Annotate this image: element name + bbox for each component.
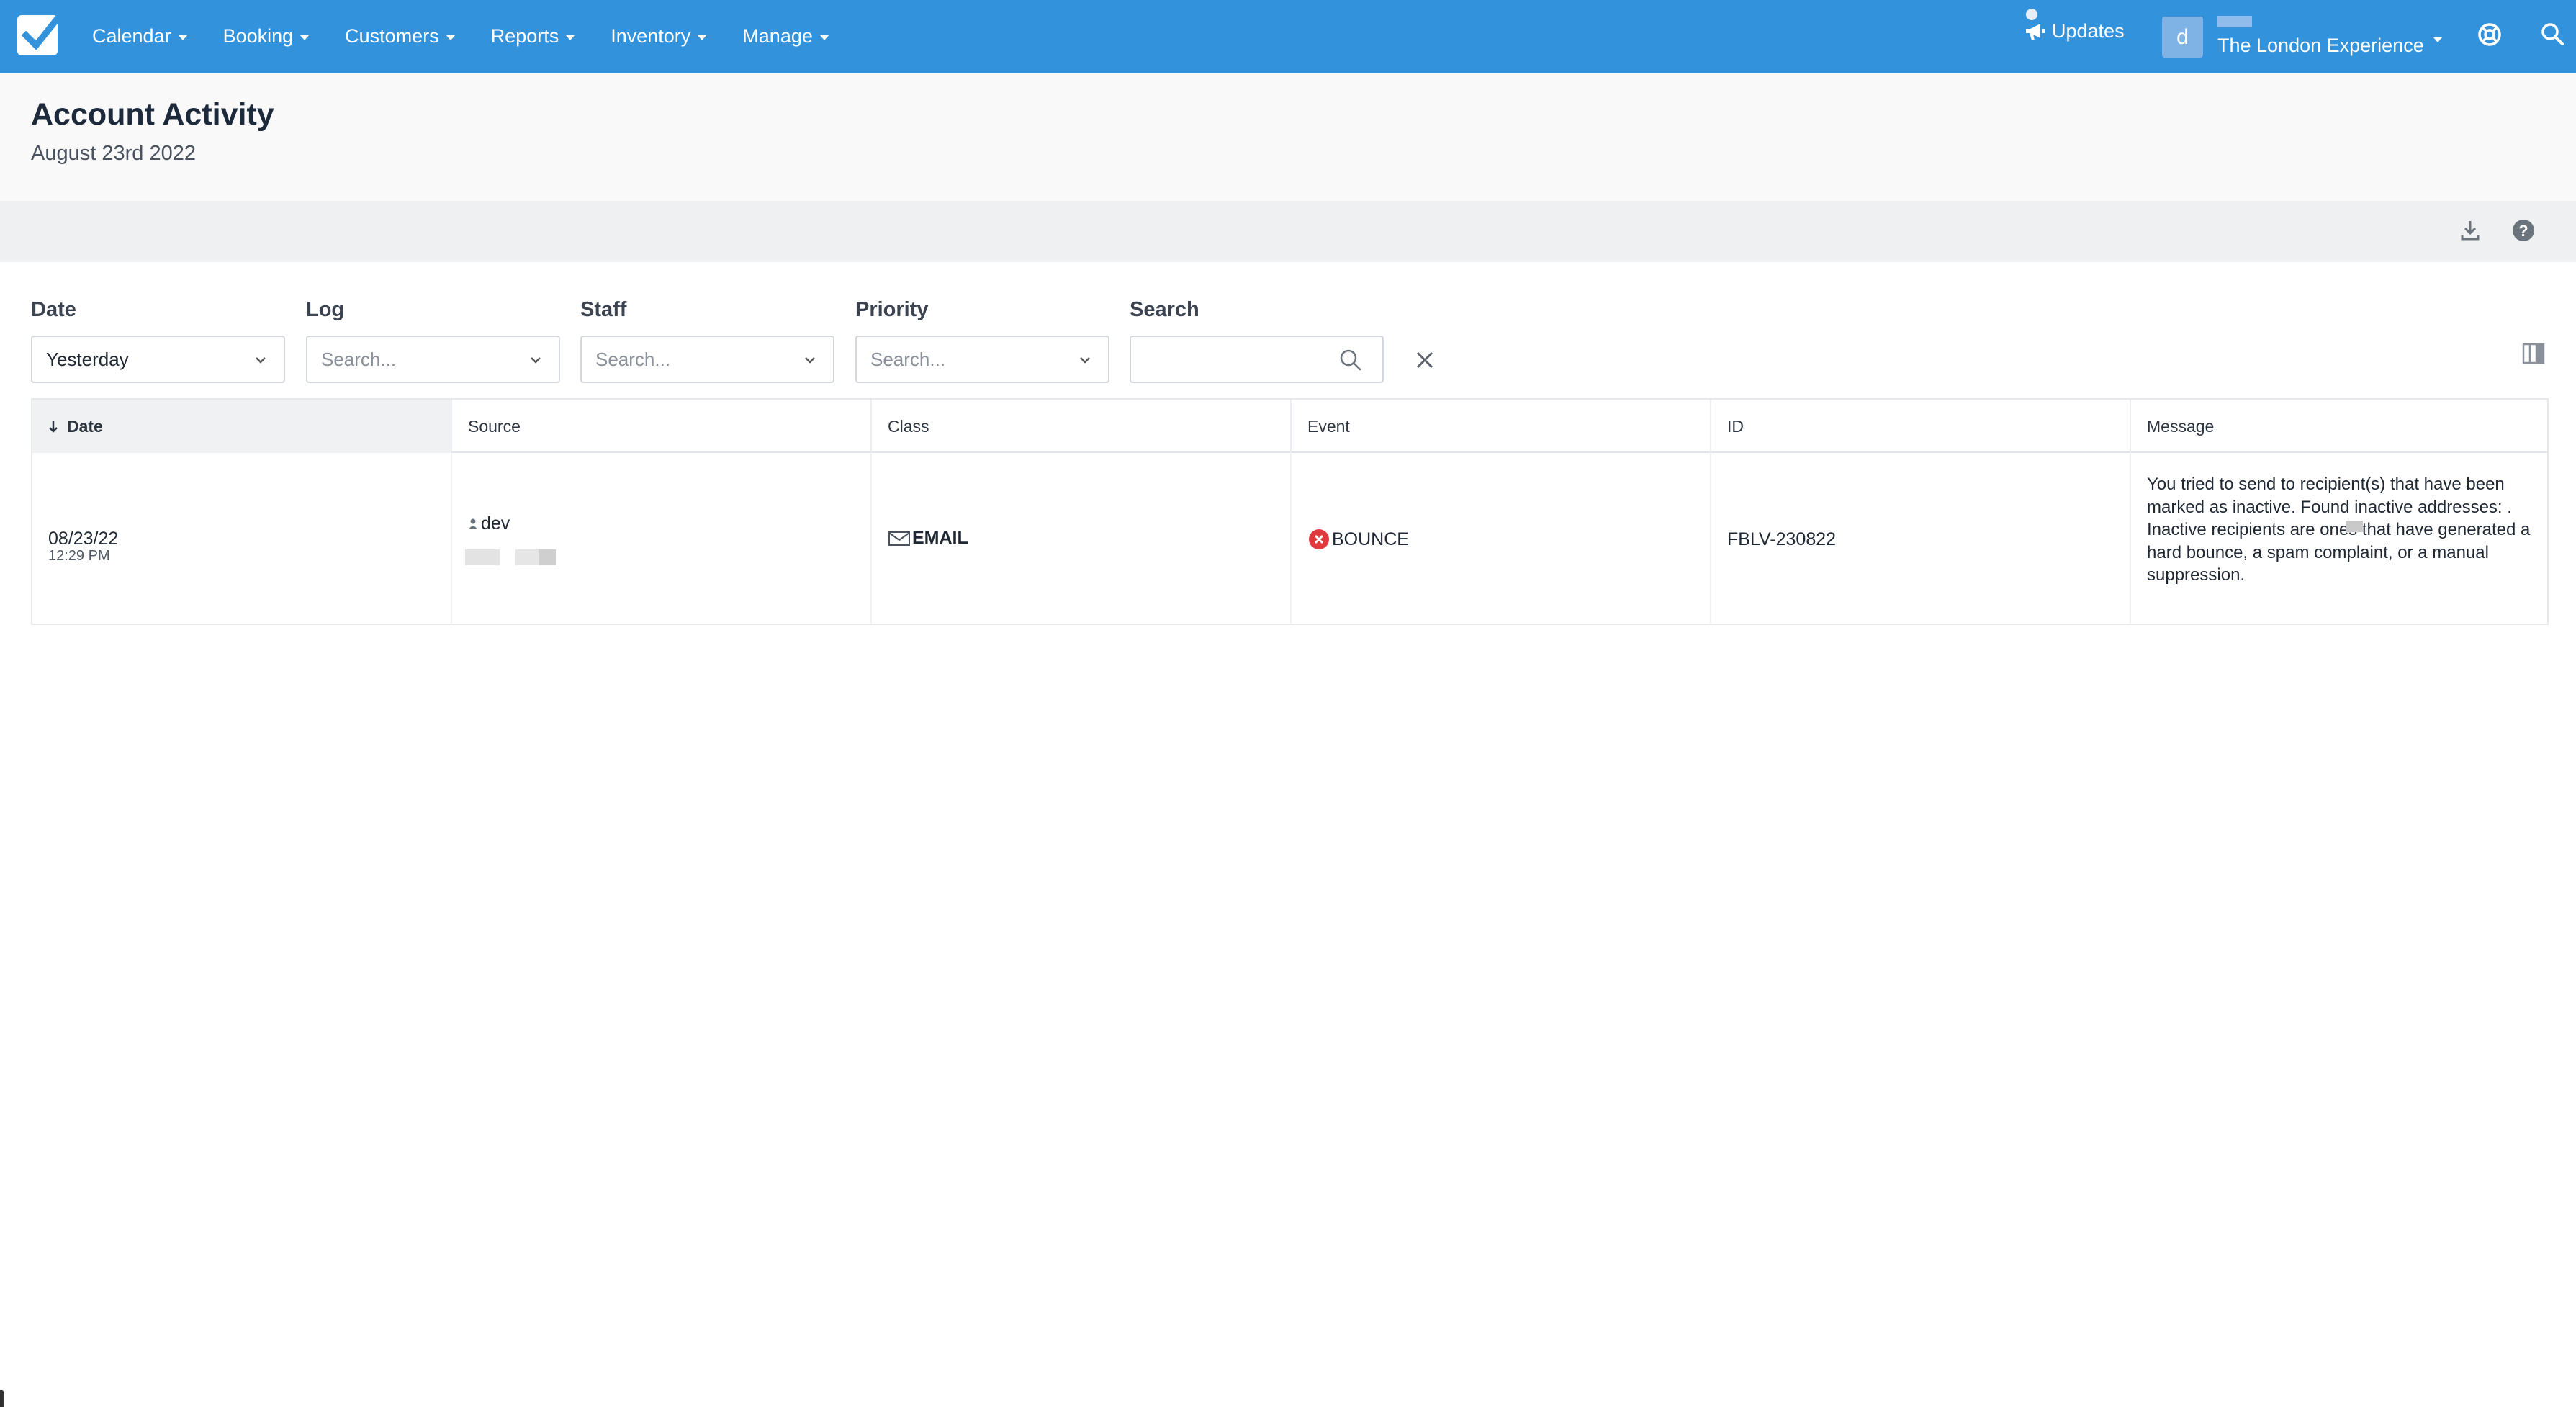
help-lifebuoy-icon[interactable]: [2477, 22, 2503, 51]
page-title: Account Activity: [31, 97, 274, 132]
nav-calendar[interactable]: Calendar: [92, 25, 187, 48]
cell-message: You tried to send to recipient(s) that h…: [2131, 453, 2547, 624]
search-filter-label: Search: [1130, 298, 1199, 321]
app-logo-checkmark-icon[interactable]: [17, 12, 62, 55]
column-header-source[interactable]: Source: [452, 400, 872, 453]
caret-down-icon: [446, 35, 455, 40]
activity-table: Date Source Class Event ID Message 08/23…: [31, 398, 2549, 625]
page-header: [0, 73, 2576, 201]
column-header-class[interactable]: Class: [872, 400, 1292, 453]
event-bounce: BOUNCE: [1307, 528, 1409, 551]
source-user[interactable]: dev: [468, 513, 510, 534]
chevron-down-icon: [531, 357, 541, 364]
nav-reports-label: Reports: [490, 25, 559, 47]
nav-manage-label: Manage: [742, 25, 813, 47]
column-header-date[interactable]: Date: [32, 400, 452, 453]
search-icon[interactable]: [2540, 22, 2564, 50]
cell-event: BOUNCE: [1292, 453, 1711, 624]
priority-filter-label: Priority: [855, 298, 929, 321]
cell-date: 08/23/22 12:29 PM: [32, 453, 452, 624]
sort-arrow-down-icon: [49, 421, 58, 433]
column-header-message-label: Message: [2147, 416, 2215, 436]
redacted-source-detail: [539, 549, 556, 565]
user-avatar[interactable]: d: [2162, 17, 2203, 58]
caret-down-icon: [566, 35, 575, 40]
notification-dot: [2026, 9, 2037, 20]
column-header-date-label: Date: [67, 416, 103, 436]
column-header-id[interactable]: ID: [1711, 400, 2131, 453]
search-icon: [1340, 349, 1361, 371]
column-header-event-label: Event: [1307, 416, 1350, 436]
priority-filter-select[interactable]: Search...: [855, 336, 1109, 383]
chevron-down-icon: [805, 357, 815, 364]
chevron-down-icon: [256, 357, 266, 364]
log-filter-label: Log: [306, 298, 345, 321]
nav-booking-label: Booking: [222, 25, 294, 47]
account-name[interactable]: The London Experience: [2217, 35, 2424, 57]
toolbar: [0, 201, 2576, 262]
log-filter-placeholder: Search...: [321, 348, 397, 370]
cell-id: FBLV-230822: [1711, 453, 2131, 624]
window-corner: [0, 1390, 4, 1407]
caret-down-icon: [698, 35, 707, 40]
caret-down-icon: [300, 35, 310, 40]
redacted-email-address: [2346, 521, 2363, 532]
user-icon: [469, 518, 477, 529]
cell-class: EMAIL: [872, 453, 1292, 624]
nav-inventory[interactable]: Inventory: [611, 25, 707, 48]
nav-calendar-label: Calendar: [92, 25, 171, 47]
table-header: Date Source Class Event ID Message: [32, 400, 2547, 453]
nav-inventory-label: Inventory: [611, 25, 691, 47]
search-input[interactable]: [1130, 336, 1384, 383]
column-header-id-label: ID: [1727, 416, 1744, 436]
nav-customers-label: Customers: [345, 25, 439, 47]
priority-filter-placeholder: Search...: [870, 348, 946, 370]
nav-manage[interactable]: Manage: [742, 25, 829, 48]
column-settings-icon[interactable]: [2522, 343, 2545, 368]
avatar-letter: d: [2176, 24, 2189, 49]
column-header-event[interactable]: Event: [1292, 400, 1711, 453]
download-icon[interactable]: [2459, 218, 2481, 246]
class-email: EMAIL: [888, 528, 968, 549]
column-header-source-label: Source: [468, 416, 521, 436]
updates-button[interactable]: Updates: [2025, 9, 2125, 42]
table-body: 08/23/22 12:29 PM dev EMAIL BOUNCE FBLV-…: [32, 453, 2547, 624]
svg-text:?: ?: [2518, 222, 2528, 240]
clear-filters-close-icon[interactable]: [1415, 350, 1435, 374]
cell-source: dev: [452, 453, 872, 624]
page-subtitle: August 23rd 2022: [31, 142, 196, 165]
row-message: You tried to send to recipient(s) that h…: [2147, 475, 2531, 585]
updates-label: Updates: [2052, 20, 2125, 42]
column-header-message[interactable]: Message: [2131, 400, 2547, 453]
class-label: EMAIL: [912, 528, 968, 548]
log-filter-select[interactable]: Search...: [306, 336, 560, 383]
error-circle-x-icon: [1309, 529, 1329, 549]
staff-filter-placeholder: Search...: [595, 348, 671, 370]
caret-down-icon: [819, 35, 829, 40]
chevron-down-icon: [1080, 357, 1090, 364]
date-filter-value: Yesterday: [46, 348, 129, 370]
date-filter-select[interactable]: Yesterday: [31, 336, 285, 383]
event-label: BOUNCE: [1332, 529, 1409, 549]
nav-booking[interactable]: Booking: [223, 25, 310, 48]
envelope-icon: [888, 531, 910, 546]
staff-filter-label: Staff: [580, 298, 627, 321]
redacted-source-detail: [465, 549, 500, 565]
nav-customers[interactable]: Customers: [345, 25, 455, 48]
megaphone-icon: [2026, 23, 2045, 40]
help-question-icon[interactable]: ?: [2511, 218, 2536, 246]
column-header-class-label: Class: [888, 416, 929, 436]
row-time: 12:29 PM: [48, 548, 110, 564]
top-navbar: Calendar Booking Customers Reports Inven…: [0, 0, 2576, 73]
row-id[interactable]: FBLV-230822: [1727, 529, 1836, 550]
staff-filter-select[interactable]: Search...: [580, 336, 834, 383]
date-filter-label: Date: [31, 298, 76, 321]
row-date: 08/23/22: [48, 529, 119, 549]
caret-down-icon: [178, 35, 187, 40]
source-name: dev: [481, 513, 510, 534]
main-nav: Calendar Booking Customers Reports Inven…: [92, 0, 865, 73]
redacted-user-name: [2217, 16, 2252, 27]
nav-reports[interactable]: Reports: [491, 25, 575, 48]
account-menu-caret-icon[interactable]: [2433, 33, 2442, 46]
